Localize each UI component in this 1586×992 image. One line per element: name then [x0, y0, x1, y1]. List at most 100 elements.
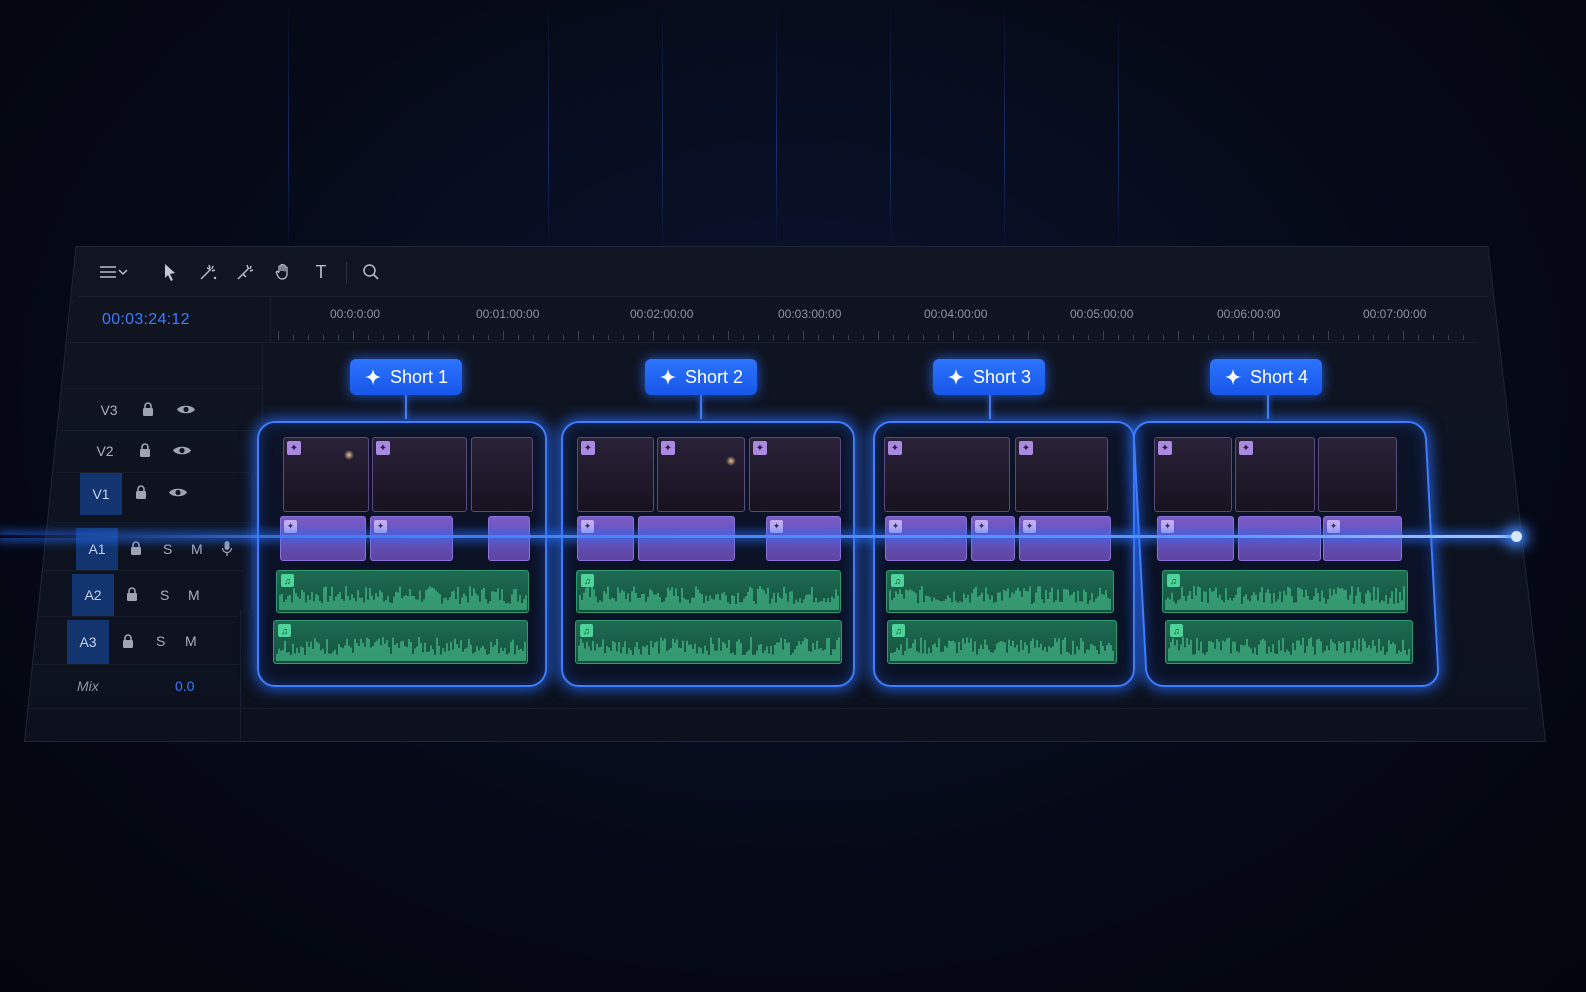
video-clip[interactable]: ✦: [370, 516, 453, 561]
short-3-badge[interactable]: Short 3: [933, 359, 1046, 395]
ruler-tick: [1373, 335, 1374, 340]
search-icon[interactable]: [359, 258, 383, 286]
video-clip[interactable]: ✦: [1019, 516, 1111, 561]
video-thumbnail[interactable]: [1318, 437, 1397, 512]
lock-icon[interactable]: [130, 541, 142, 556]
toolbar-separator: [346, 262, 347, 284]
short-1-badge[interactable]: Short 1: [350, 359, 463, 395]
ruler-tick: [1268, 335, 1269, 340]
video-clip[interactable]: ✦: [885, 516, 967, 561]
ruler-tick: [623, 335, 624, 340]
waveform: [579, 586, 839, 610]
audio-clip[interactable]: ♫: [1162, 570, 1408, 613]
playhead-timecode[interactable]: 00:03:24:12: [102, 311, 190, 329]
text-icon[interactable]: T: [309, 258, 333, 286]
timeline-ruler[interactable]: [278, 326, 1478, 340]
lock-icon[interactable]: [139, 443, 151, 458]
solo-button[interactable]: S: [163, 541, 172, 557]
track-a2-label[interactable]: A2: [72, 574, 114, 616]
blade-icon[interactable]: [196, 258, 220, 286]
track-v2-label[interactable]: V2: [84, 431, 126, 471]
lock-icon[interactable]: [135, 485, 147, 500]
solo-button[interactable]: S: [156, 633, 165, 649]
playhead-handle[interactable]: [1511, 531, 1522, 542]
ruler-tick: [728, 331, 729, 340]
magic-edit-icon[interactable]: [233, 258, 257, 286]
short-4-badge[interactable]: Short 4: [1210, 359, 1323, 395]
ruler-tick: [698, 335, 699, 340]
fx-icon: ✦: [1239, 441, 1253, 455]
video-thumbnail[interactable]: ✦: [372, 437, 467, 512]
video-thumbnail[interactable]: ✦: [283, 437, 369, 512]
audio-clip[interactable]: ♫: [276, 570, 529, 613]
video-thumbnail[interactable]: ✦: [1154, 437, 1232, 512]
ruler-tick: [848, 335, 849, 340]
video-thumbnail[interactable]: ✦: [657, 437, 745, 512]
track-a3-label[interactable]: A3: [67, 620, 109, 664]
mute-button[interactable]: M: [185, 633, 197, 649]
ruler-tick: [1088, 335, 1089, 340]
ruler-label: 00:04:00:00: [924, 307, 988, 321]
eye-icon[interactable]: [172, 444, 192, 457]
audio-clip[interactable]: ♫: [273, 620, 528, 664]
ruler-tick: [1388, 335, 1389, 340]
video-clip[interactable]: ✦: [1323, 516, 1402, 561]
playhead-line[interactable]: [0, 535, 1520, 538]
badge-connector: [989, 395, 991, 419]
ruler-tick: [908, 335, 909, 340]
video-thumbnail[interactable]: [471, 437, 533, 512]
video-clip[interactable]: ✦: [1157, 516, 1234, 561]
header-divider: [252, 470, 253, 610]
ruler-tick: [878, 331, 879, 340]
microphone-icon[interactable]: [221, 540, 233, 557]
ruler-tick: [578, 331, 579, 340]
video-clip[interactable]: [638, 516, 735, 561]
waveform: [889, 586, 1111, 610]
ruler-label: 00:06:00:00: [1217, 307, 1281, 321]
ruler-label: 00:02:00:00: [630, 307, 694, 321]
hand-icon[interactable]: [271, 258, 295, 286]
fx-icon: ✦: [1327, 520, 1340, 533]
sparkle-icon: [1224, 368, 1242, 386]
video-clip[interactable]: ✦: [577, 516, 634, 561]
video-clip[interactable]: ✦: [971, 516, 1015, 561]
video-thumbnail[interactable]: ✦: [1015, 437, 1108, 512]
audio-clip[interactable]: ♫: [576, 570, 841, 613]
sparkle-icon: [947, 368, 965, 386]
eye-icon[interactable]: [168, 486, 188, 499]
lock-icon[interactable]: [142, 402, 154, 417]
video-clip[interactable]: ✦: [280, 516, 366, 561]
video-thumbnail[interactable]: ✦: [884, 437, 1010, 512]
ruler-tick: [1283, 335, 1284, 340]
track-v3-label[interactable]: V3: [88, 390, 130, 430]
audio-clip[interactable]: ♫: [886, 570, 1114, 613]
solo-button[interactable]: S: [160, 587, 169, 603]
ruler-tick: [533, 335, 534, 340]
mix-value[interactable]: 0.0: [175, 678, 194, 694]
audio-clip[interactable]: ♫: [575, 620, 842, 664]
lock-icon[interactable]: [126, 587, 138, 602]
video-clip[interactable]: [1238, 516, 1321, 561]
video-thumbnail[interactable]: ✦: [749, 437, 841, 512]
chevron-down-icon[interactable]: [116, 258, 130, 286]
pointer-icon[interactable]: [158, 258, 182, 286]
mute-button[interactable]: M: [191, 541, 203, 557]
video-thumbnail[interactable]: ✦: [1235, 437, 1315, 512]
track-v1-label[interactable]: V1: [80, 473, 122, 515]
eye-icon[interactable]: [176, 403, 196, 416]
video-clip[interactable]: [488, 516, 530, 561]
short-2-label: Short 2: [685, 366, 744, 387]
ruler-tick: [638, 335, 639, 340]
ruler-tick: [1403, 331, 1404, 340]
short-2-badge[interactable]: Short 2: [645, 359, 758, 395]
ruler-tick: [668, 335, 669, 340]
lock-icon[interactable]: [122, 634, 134, 649]
video-thumbnail[interactable]: ✦: [577, 437, 654, 512]
waveform: [890, 637, 1114, 661]
video-clip[interactable]: ✦: [766, 516, 841, 561]
audio-clip[interactable]: ♫: [887, 620, 1117, 664]
ruler-label: 00:01:00:00: [476, 307, 540, 321]
ruler-tick: [953, 331, 954, 340]
audio-clip[interactable]: ♫: [1165, 620, 1413, 664]
mute-button[interactable]: M: [188, 587, 200, 603]
